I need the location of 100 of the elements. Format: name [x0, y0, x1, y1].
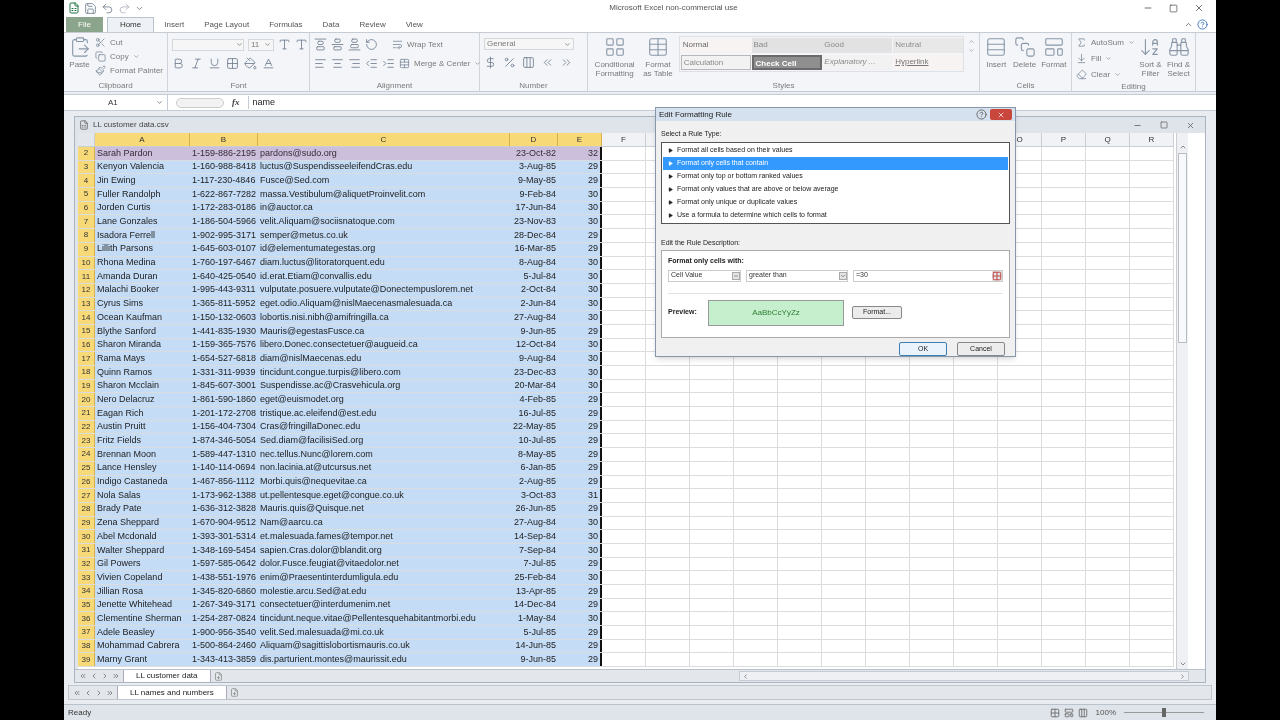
cell-style[interactable]: Normal	[680, 38, 751, 53]
scroll-right-icon[interactable]	[1179, 672, 1186, 680]
align-left-icon[interactable]	[314, 57, 327, 70]
column-header[interactable]: C	[258, 133, 510, 146]
number-format-field[interactable]: General	[484, 38, 574, 50]
copy-button[interactable]: Copy	[95, 50, 163, 63]
scroll-down-icon[interactable]	[1178, 660, 1187, 668]
first-sheet-icon[interactable]	[79, 672, 87, 680]
row-header[interactable]: 34	[78, 585, 95, 598]
ribbon-tab[interactable]: Page Layout	[194, 17, 260, 32]
restore-icon[interactable]	[1160, 121, 1168, 129]
horizontal-scrollbar[interactable]	[739, 671, 1189, 681]
row-header[interactable]: 27	[78, 489, 95, 502]
new-sheet-icon[interactable]	[213, 671, 223, 681]
row-header[interactable]: 23	[78, 434, 95, 448]
cell-style[interactable]: Hyperlink	[893, 55, 964, 70]
font-size-field[interactable]: 11	[248, 38, 274, 51]
column-header[interactable]: B	[190, 133, 258, 146]
column-header[interactable]: E	[558, 133, 602, 146]
align-bottom-icon[interactable]	[348, 38, 361, 51]
help-icon[interactable]	[976, 109, 987, 120]
column-header[interactable]: P	[1042, 133, 1086, 146]
ribbon-tab[interactable]: Data	[312, 17, 350, 32]
last-sheet-icon[interactable]	[106, 688, 114, 697]
row-header[interactable]: 24	[78, 448, 95, 461]
column-header[interactable]: Q	[1086, 133, 1130, 146]
column-header[interactable]: R	[1130, 133, 1174, 146]
row-header[interactable]: 21	[78, 407, 95, 420]
align-right-icon[interactable]	[348, 57, 361, 70]
ribbon-tab[interactable]: View	[395, 17, 433, 32]
row-header[interactable]: 33	[78, 571, 95, 584]
row-header[interactable]: 8	[78, 229, 95, 242]
zoom-slider-thumb[interactable]	[1162, 708, 1166, 717]
undo-icon[interactable]	[101, 1, 114, 15]
vertical-scrollbar[interactable]	[1176, 133, 1188, 669]
zoom-level[interactable]: 100%	[1095, 706, 1116, 719]
row-header[interactable]: 18	[78, 366, 95, 379]
currency-icon[interactable]	[484, 56, 497, 69]
clear-button[interactable]: Clear	[1076, 68, 1135, 81]
sheet-tab[interactable]: LL names and numbers	[117, 686, 227, 699]
increase-indent-icon[interactable]	[382, 57, 395, 70]
ribbon-tab[interactable]: Insert	[154, 17, 195, 32]
font-name-field[interactable]	[172, 38, 244, 51]
row-header[interactable]: 7	[78, 215, 95, 229]
close-icon[interactable]	[1194, 3, 1204, 13]
row-header[interactable]: 36	[78, 612, 95, 626]
align-top-icon[interactable]	[314, 38, 327, 51]
merge-center-button[interactable]: Merge & Center	[399, 57, 482, 70]
borders-icon[interactable]	[226, 57, 239, 70]
row-header[interactable]: 4	[78, 174, 95, 188]
row-header[interactable]: 37	[78, 626, 95, 639]
bold-icon[interactable]	[172, 57, 185, 70]
first-sheet-icon[interactable]	[73, 688, 81, 697]
fill-button[interactable]: Fill	[1076, 52, 1135, 65]
wrap-text-button[interactable]: Wrap Text	[392, 38, 443, 51]
find-select-button[interactable]: Find & Select	[1166, 36, 1191, 78]
row-header[interactable]: 14	[78, 311, 95, 324]
sheet-tab[interactable]: LL customer data	[123, 670, 211, 682]
row-header[interactable]: 30	[78, 530, 95, 543]
sort-filter-button[interactable]: Sort & Filter	[1138, 36, 1163, 78]
scroll-left-icon[interactable]	[742, 672, 749, 680]
scrollbar-thumb[interactable]	[1178, 153, 1187, 343]
collapse-ribbon-icon[interactable]	[1184, 20, 1193, 29]
row-header[interactable]: 20	[78, 393, 95, 407]
ribbon-tab[interactable]: Review	[349, 17, 396, 32]
paste-button[interactable]: Paste	[68, 36, 92, 69]
format-button[interactable]: Format	[1040, 36, 1067, 69]
help-icon[interactable]	[1197, 19, 1208, 30]
column-header[interactable]: A	[95, 133, 190, 146]
row-header[interactable]: 17	[78, 352, 95, 365]
percent-icon[interactable]	[503, 56, 516, 69]
ribbon-tab[interactable]: Home	[106, 17, 155, 32]
format-as-table-button[interactable]: Format as Table	[641, 36, 675, 78]
name-box[interactable]: A1	[64, 95, 168, 110]
scroll-up-icon[interactable]	[1178, 143, 1187, 151]
column-header[interactable]: D	[510, 133, 558, 146]
insert-button[interactable]: Insert	[984, 36, 1009, 69]
align-middle-icon[interactable]	[331, 38, 344, 51]
decrease-indent-icon[interactable]	[365, 57, 378, 70]
row-header[interactable]: 2	[78, 147, 95, 160]
format-painter-button[interactable]: Format Painter	[95, 64, 163, 77]
underline-icon[interactable]	[208, 57, 221, 70]
range-picker-icon[interactable]	[992, 270, 1002, 281]
cut-button[interactable]: Cut	[95, 36, 163, 49]
delete-button[interactable]: Delete	[1012, 36, 1037, 69]
row-header[interactable]: 5	[78, 188, 95, 201]
restore-icon[interactable]	[1169, 3, 1178, 13]
scroll-up-icon[interactable]	[968, 38, 975, 45]
zoom-slider[interactable]	[1124, 707, 1204, 718]
row-header[interactable]: 11	[78, 270, 95, 283]
italic-icon[interactable]	[190, 57, 203, 70]
fill-color-icon[interactable]	[244, 57, 257, 70]
insert-function-button[interactable]: fx	[232, 95, 240, 110]
new-sheet-icon[interactable]	[229, 688, 239, 697]
close-button[interactable]	[990, 109, 1012, 120]
last-sheet-icon[interactable]	[112, 672, 120, 680]
redo-icon[interactable]	[118, 1, 131, 15]
autosum-button[interactable]: AutoSum	[1076, 36, 1135, 49]
rule-type-list[interactable]	[661, 141, 1010, 224]
align-center-icon[interactable]	[331, 57, 344, 70]
